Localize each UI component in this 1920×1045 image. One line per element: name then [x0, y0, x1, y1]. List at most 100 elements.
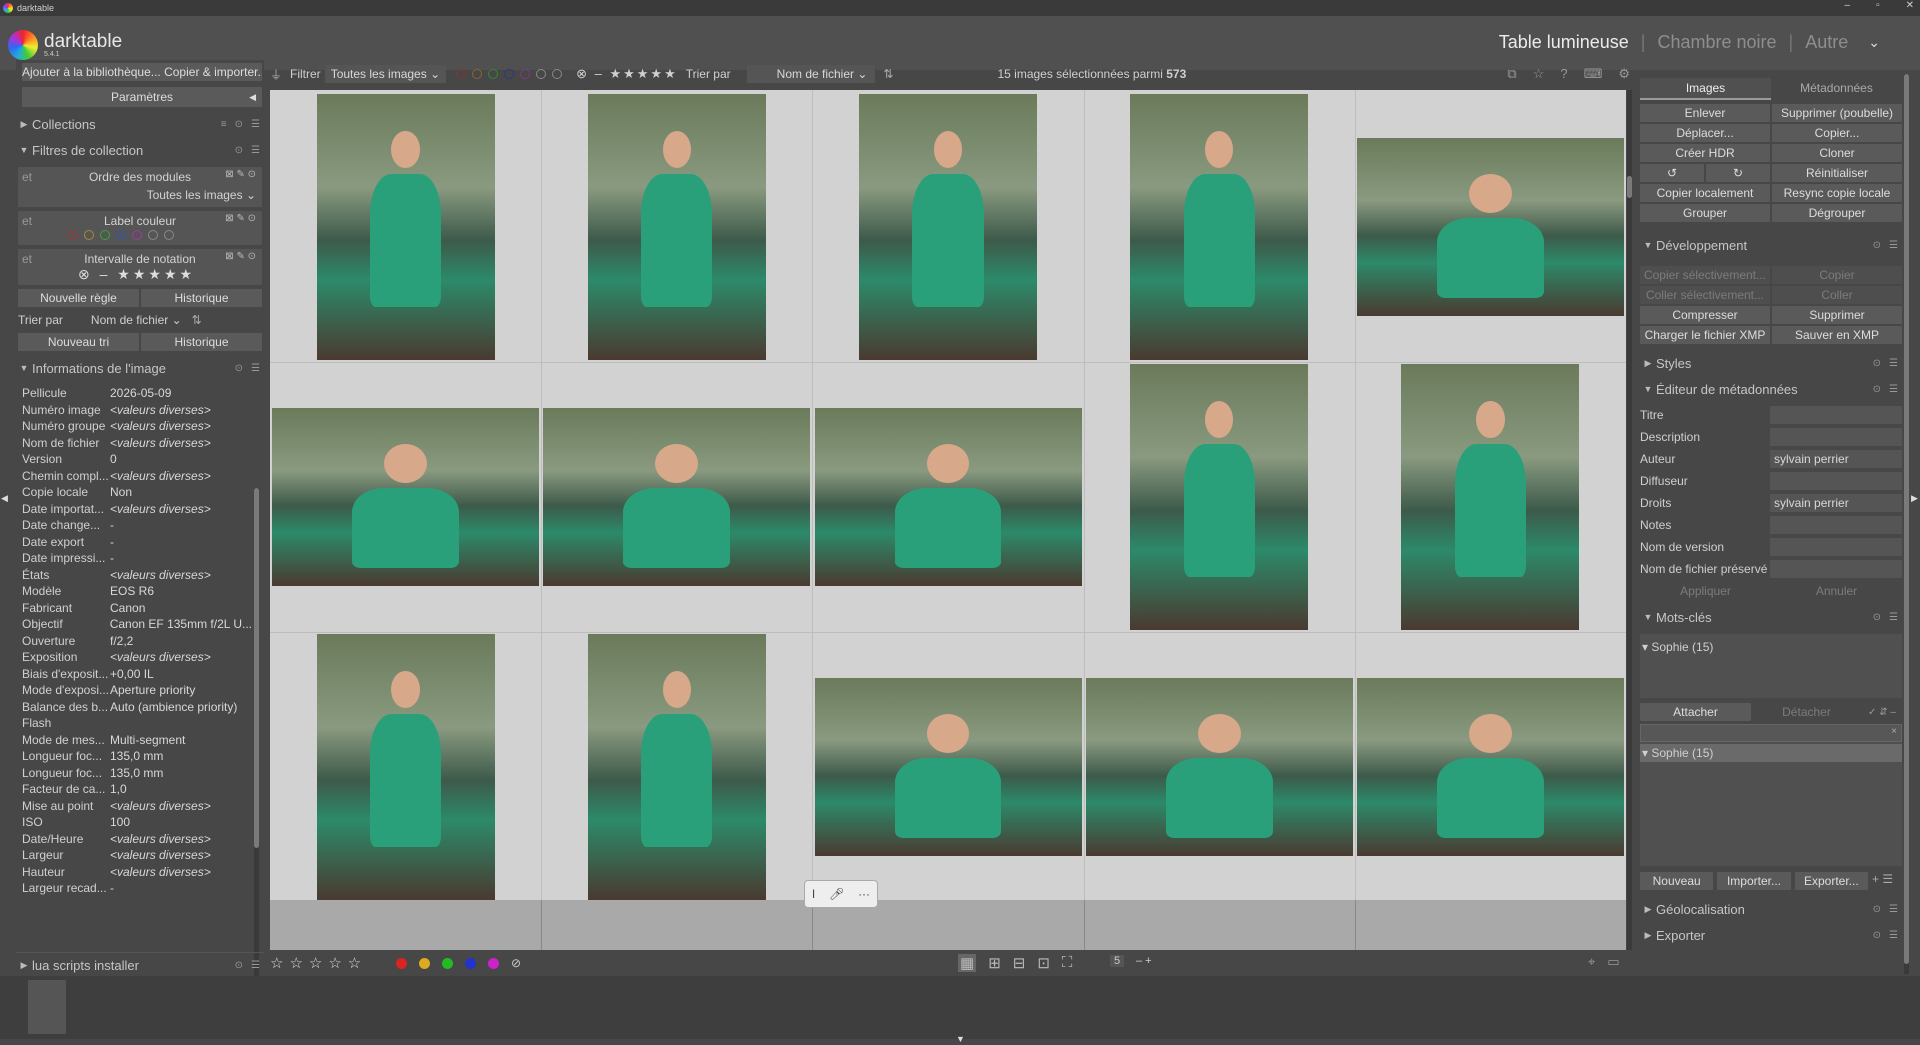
tab-metadata[interactable]: Métadonnées — [1771, 78, 1902, 100]
display-profile-icon[interactable]: ▭ — [1607, 954, 1619, 970]
sort-order-icon[interactable]: ⇅ — [883, 67, 893, 81]
rule-actions-icon[interactable]: ⊠ ✎ ⊙ — [225, 213, 256, 224]
metadata-value-field[interactable]: sylvain perrier — [1770, 494, 1902, 512]
export-header[interactable]: ▶ Exporter ⊙ ☰ — [1640, 922, 1902, 948]
view-lighttable[interactable]: Table lumineuse — [1499, 32, 1629, 53]
menu-icon[interactable]: ☰ — [1889, 384, 1898, 395]
rule-actions-icon[interactable]: ⊠ ✎ ⊙ — [225, 251, 256, 262]
history-button[interactable]: Historique — [141, 289, 262, 307]
import-tags-button[interactable]: Importer... — [1717, 872, 1791, 890]
reset-icon[interactable]: ⊙ — [1873, 930, 1881, 941]
clear-icon[interactable]: × — [1891, 726, 1897, 737]
menu-icon[interactable]: ☰ — [251, 363, 260, 374]
styles-header[interactable]: ▶ Styles ⊙ ☰ — [1640, 350, 1902, 376]
photo-thumbnail[interactable] — [1356, 138, 1624, 316]
microphone-icon[interactable]: 🎤︎ — [829, 887, 844, 901]
text-cursor-icon[interactable]: I — [812, 887, 815, 901]
menu-icon[interactable]: ☰ — [251, 119, 260, 130]
export-tags-button[interactable]: Exporter... — [1794, 872, 1868, 890]
metadata-editor-header[interactable]: ▼ Éditeur de métadonnées ⊙ ☰ — [1640, 376, 1902, 402]
rule-actions-icon[interactable]: ⊠ ✎ ⊙ — [225, 169, 256, 180]
rating-filter-icon[interactable]: ⊗ – ★★★★★ — [576, 66, 678, 82]
tag-dictionary-item[interactable]: ▾ Sophie (15) — [1640, 744, 1902, 762]
metadata-value-field[interactable] — [1770, 516, 1902, 534]
history-button-2[interactable]: Historique — [141, 333, 262, 351]
photo-thumbnail[interactable] — [587, 94, 766, 360]
photo-thumbnail[interactable] — [587, 634, 766, 900]
metadata-value-field[interactable] — [1770, 472, 1902, 490]
collapse-right-icon[interactable]: ▶ — [1911, 493, 1918, 504]
color-labels[interactable]: ⊘ — [396, 957, 521, 969]
metadata-value-field[interactable] — [1770, 406, 1902, 424]
minimize-icon[interactable]: – — [1845, 0, 1851, 11]
reset-icon[interactable]: ⊙ — [1873, 358, 1881, 369]
keyboard-icon[interactable]: ⌨ — [1584, 66, 1603, 82]
development-action-button[interactable]: Coller — [1772, 286, 1902, 304]
cancel-button[interactable]: Annuler — [1771, 584, 1902, 598]
image-action-button[interactable]: Grouper — [1640, 204, 1770, 222]
development-action-button[interactable]: Coller sélectivement... — [1640, 286, 1770, 304]
image-info-header[interactable]: ▼ Informations de l'image ⊙ ☰ — [16, 355, 264, 381]
view-darkroom[interactable]: Chambre noire — [1657, 32, 1776, 53]
menu-icon[interactable]: ☰ — [251, 145, 260, 156]
more-icon[interactable]: ··· — [858, 887, 870, 901]
import-params-button[interactable]: Paramètres ◀ — [22, 87, 262, 107]
photo-thumbnail[interactable] — [814, 408, 1082, 586]
metadata-value-field[interactable] — [1770, 560, 1902, 578]
image-action-button[interactable]: Enlever — [1640, 104, 1770, 122]
development-action-button[interactable]: Compresser — [1640, 306, 1770, 324]
new-tag-button[interactable]: Nouveau — [1640, 872, 1714, 890]
sort-order-icon[interactable]: ⇅ — [192, 313, 202, 327]
help-icon[interactable]: ? — [1560, 66, 1567, 82]
image-action-button[interactable]: ↺ — [1640, 164, 1704, 182]
image-action-button[interactable]: Réinitialiser — [1772, 164, 1902, 182]
tag-search-input[interactable]: × — [1640, 724, 1902, 742]
image-action-button[interactable]: Cloner — [1772, 144, 1902, 162]
collections-header[interactable]: ▶ Collections ≡ ⊙ ☰ — [16, 111, 264, 137]
photo-thumbnail[interactable] — [859, 94, 1037, 360]
photo-thumbnail[interactable] — [272, 408, 540, 586]
view-other[interactable]: Autre — [1805, 32, 1848, 53]
tab-images[interactable]: Images — [1640, 78, 1771, 100]
photo-thumbnail[interactable] — [1401, 364, 1580, 630]
right-scrollbar[interactable] — [1904, 74, 1909, 974]
lua-header[interactable]: ▶ lua scripts installer ⊙ ☰ — [16, 952, 264, 978]
apply-button[interactable]: Appliquer — [1640, 584, 1771, 598]
detach-button[interactable]: Détacher — [1751, 705, 1862, 719]
reset-icon[interactable]: ⊙ — [235, 119, 243, 130]
filters-header[interactable]: ▼ Filtres de collection ⊙ ☰ — [16, 137, 264, 163]
color-label-toolbar[interactable] — [456, 69, 568, 79]
photo-thumbnail[interactable] — [543, 408, 811, 586]
import-button[interactable]: Ajouter à la bibliothèque... Copier & im… — [22, 63, 262, 81]
collapse-left-icon[interactable]: ◀ — [1, 493, 8, 504]
menu-icon[interactable]: ☰ — [1889, 612, 1898, 623]
filmstrip-thumbnail[interactable] — [28, 980, 66, 1034]
culling-dynamic-icon[interactable]: ⊡ — [1037, 954, 1050, 972]
gear-icon[interactable]: ⚙ — [1618, 66, 1630, 82]
focus-peaking-icon[interactable]: ⌖ — [1588, 954, 1595, 970]
culling-layout-icon[interactable]: ⊟ — [1013, 954, 1026, 972]
rule-value-select[interactable]: Toutes les images ⌄ — [147, 188, 256, 202]
geolocation-header[interactable]: ▶ Géolocalisation ⊙ ☰ — [1640, 896, 1902, 922]
close-icon[interactable]: ✕ — [1906, 0, 1914, 11]
filemanager-layout-icon[interactable]: ▦ — [958, 954, 977, 972]
tag-options-icon[interactable]: ✓ ⇵ – — [1862, 707, 1902, 718]
sort-select-toolbar[interactable]: Nom de fichier ⌄ — [746, 65, 876, 83]
new-sort-button[interactable]: Nouveau tri — [18, 333, 139, 351]
sort-icon[interactable]: ≡ — [221, 119, 227, 130]
development-action-button[interactable]: Supprimer — [1772, 306, 1902, 324]
photo-thumbnail[interactable] — [1085, 678, 1353, 856]
rating-stars-icon[interactable]: ☆☆☆☆☆ — [270, 954, 367, 972]
photo-thumbnail[interactable] — [316, 94, 495, 360]
reset-icon[interactable]: ⊙ — [235, 363, 243, 374]
reset-icon[interactable]: ⊙ — [235, 145, 243, 156]
menu-icon[interactable]: ☰ — [1889, 240, 1898, 251]
image-action-button[interactable]: Resync copie locale — [1772, 184, 1902, 202]
image-action-button[interactable]: Copier... — [1772, 124, 1902, 142]
photo-thumbnail[interactable] — [814, 678, 1082, 856]
chevron-down-icon[interactable]: ⌄ — [1868, 34, 1880, 51]
development-header[interactable]: ▼ Développement ⊙ ☰ — [1640, 232, 1902, 258]
tag-toggle-icons[interactable]: + ☰ — [1872, 872, 1902, 890]
zoomable-layout-icon[interactable]: ⊞ — [988, 954, 1001, 972]
reset-icon[interactable]: ⊙ — [235, 960, 243, 971]
